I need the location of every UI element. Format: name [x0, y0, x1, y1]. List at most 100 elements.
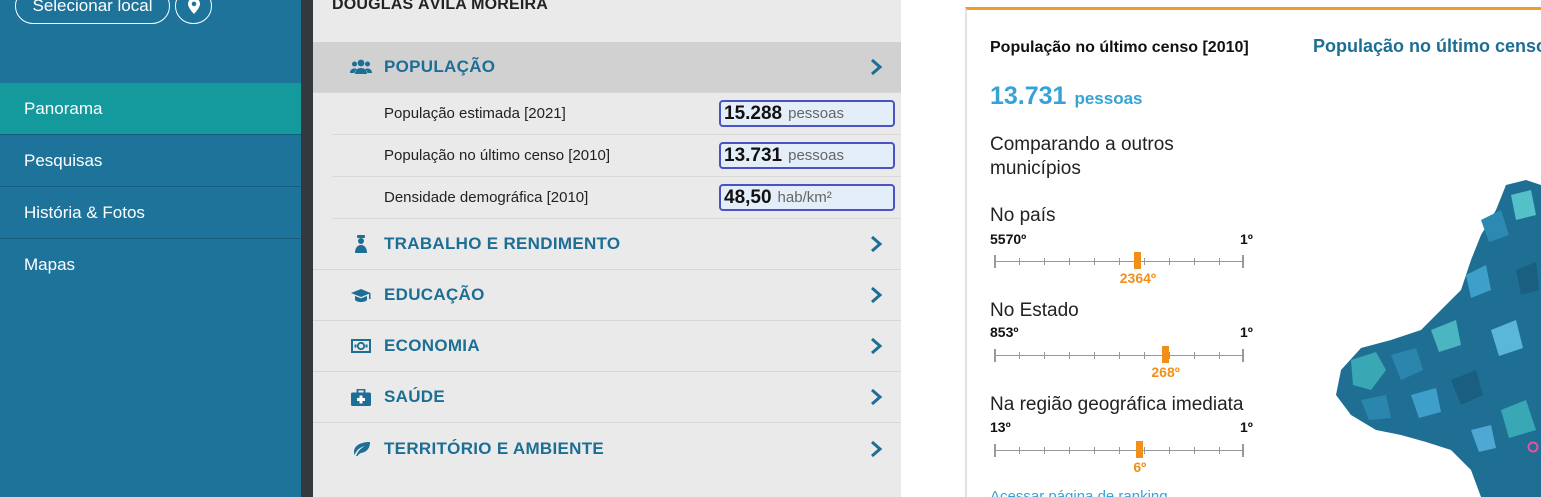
comparison-heading: Comparando a outros municípios: [990, 134, 1174, 179]
chevron-right-icon: [871, 337, 883, 355]
people-icon: [350, 58, 372, 76]
ranking-scale-tick: [1044, 447, 1045, 454]
worker-icon: [350, 235, 372, 253]
ranking-marker: [1136, 441, 1144, 458]
ranking-scale-tick: [1242, 444, 1244, 457]
sidebar-item-panorama[interactable]: Panorama: [0, 83, 301, 135]
indicator-highlight: 13.731 pessoas: [990, 82, 1143, 111]
sidebar-item-label: Pesquisas: [24, 150, 103, 170]
sidebar-item-label: História & Fotos: [24, 202, 145, 222]
sidebar-nav: Panorama Pesquisas História & Fotos Mapa…: [0, 83, 301, 291]
section-trabalho-rendimento[interactable]: TRABALHO E RENDIMENTO: [313, 219, 901, 270]
ranking-scale: [994, 346, 1244, 363]
map-pin-icon: [187, 0, 200, 14]
ranking-scale-tick: [1169, 447, 1170, 454]
ranking-scale-tick: [1094, 258, 1095, 265]
ranking-scale-tick: [1069, 258, 1070, 265]
indicator-number: 48,50: [724, 186, 772, 208]
medical-kit-icon: [350, 388, 372, 406]
ranking-min: 13º: [990, 419, 1011, 435]
ranking-scale-tick: [1169, 258, 1170, 265]
indicator-value[interactable]: 48,50 hab/km²: [719, 184, 895, 211]
ranking-scale-tick: [1219, 447, 1220, 454]
ranking-scale-tick: [1019, 352, 1020, 359]
ranking-scale-tick: [1169, 352, 1170, 359]
panel-divider: [301, 0, 313, 497]
sidebar-item-mapas[interactable]: Mapas: [0, 239, 301, 291]
ranking-scale-tick: [1144, 447, 1145, 454]
ranking-scale-tick: [1094, 447, 1095, 454]
ranking-max: 1º: [1240, 324, 1253, 340]
indicator-value[interactable]: 15.288 pessoas: [719, 100, 895, 127]
ranking-min: 853º: [990, 324, 1019, 340]
ranking-scale-tick: [1019, 258, 1020, 265]
indicator-row: População estimada [2021] 15.288 pessoas: [332, 93, 901, 135]
ranking-position: 2364º: [1119, 270, 1157, 286]
section-label: SAÚDE: [384, 387, 446, 406]
indicator-highlight-number: 13.731: [990, 82, 1067, 110]
select-location-button[interactable]: Selecionar local: [15, 0, 170, 24]
ranking-page-link[interactable]: Acessar página de ranking: [990, 488, 1168, 497]
ranking-scale-tick: [1069, 352, 1070, 359]
leaf-icon: [350, 440, 372, 458]
indicator-highlight-unit: pessoas: [1074, 89, 1143, 108]
indicator-number: 15.288: [724, 102, 783, 124]
ranking-max: 1º: [1240, 231, 1253, 247]
sidebar-item-pesquisas[interactable]: Pesquisas: [0, 135, 301, 187]
indicator-label: Densidade demográfica [2010]: [384, 189, 589, 206]
chevron-right-icon: [871, 235, 883, 253]
section-territorio-ambiente[interactable]: TERRITÓRIO E AMBIENTE: [313, 423, 901, 474]
indicators-panel: DOUGLAS ÁVILA MOREIRA POPULAÇÃO Populaçã…: [313, 0, 901, 497]
ranking-scale-tick: [1194, 258, 1195, 265]
chevron-right-icon: [871, 58, 883, 76]
sidebar-item-historia-fotos[interactable]: História & Fotos: [0, 187, 301, 239]
ranking-scale-tick: [994, 444, 996, 457]
section-label: TRABALHO E RENDIMENTO: [384, 234, 621, 253]
indicator-row: Densidade demográfica [2010] 48,50 hab/k…: [332, 177, 901, 219]
indicator-title: População no último censo [2010]: [990, 39, 1249, 56]
ranking-scale-tick: [1119, 258, 1120, 265]
section-label: ECONOMIA: [384, 336, 480, 355]
detail-panel: População no último censo [2010] 13.731 …: [901, 0, 1541, 497]
indicator-unit: pessoas: [788, 147, 844, 164]
ranking-scale-tick: [1019, 447, 1020, 454]
chevron-right-icon: [871, 388, 883, 406]
ranking-scale-tick: [1044, 258, 1045, 265]
ranking-scale-tick: [994, 255, 996, 268]
ranking-scale-tick: [1242, 349, 1244, 362]
ranking-min: 5570º: [990, 231, 1027, 247]
ranking-scale-tick: [1119, 352, 1120, 359]
indicator-number: 13.731: [724, 144, 783, 166]
ranking-scale-tick: [1069, 447, 1070, 454]
ranking-position: 268º: [1151, 364, 1180, 380]
section-label: POPULAÇÃO: [384, 57, 496, 76]
ranking-max: 1º: [1240, 419, 1253, 435]
section-label: TERRITÓRIO E AMBIENTE: [384, 438, 605, 458]
sidebar-item-label: Mapas: [24, 255, 76, 274]
ranking-marker: [1134, 252, 1142, 269]
ranking-scale-tick: [1219, 258, 1220, 265]
map-title: População no último censo: [1313, 36, 1541, 56]
ranking-scale-tick: [1242, 255, 1244, 268]
indicator-label: População estimada [2021]: [384, 105, 566, 122]
indicator-row: População no último censo [2010] 13.731 …: [332, 135, 901, 177]
ranking-label: No Estado: [990, 300, 1079, 321]
section-economia[interactable]: ECONOMIA: [313, 321, 901, 372]
sidebar: Selecionar local Panorama Pesquisas Hist…: [0, 0, 301, 497]
ranking-scale-tick: [1194, 352, 1195, 359]
section-educacao[interactable]: EDUCAÇÃO: [313, 270, 901, 321]
ranking-marker: [1162, 346, 1170, 363]
location-pin-button[interactable]: [175, 0, 212, 24]
ranking-scale-tick: [1119, 447, 1120, 454]
indicator-label: População no último censo [2010]: [384, 147, 610, 164]
section-populacao[interactable]: POPULAÇÃO: [313, 42, 901, 93]
section-label: EDUCAÇÃO: [384, 285, 485, 304]
section-saude[interactable]: SAÚDE: [313, 372, 901, 423]
indicator-value[interactable]: 13.731 pessoas: [719, 142, 895, 169]
indicator-unit: hab/km²: [777, 189, 832, 206]
money-icon: [350, 337, 372, 355]
ranking-scale-tick: [1219, 352, 1220, 359]
choropleth-map[interactable]: [1331, 180, 1541, 497]
city-name: DOUGLAS ÁVILA MOREIRA: [332, 0, 549, 13]
ranking-scale-tick: [1194, 447, 1195, 454]
